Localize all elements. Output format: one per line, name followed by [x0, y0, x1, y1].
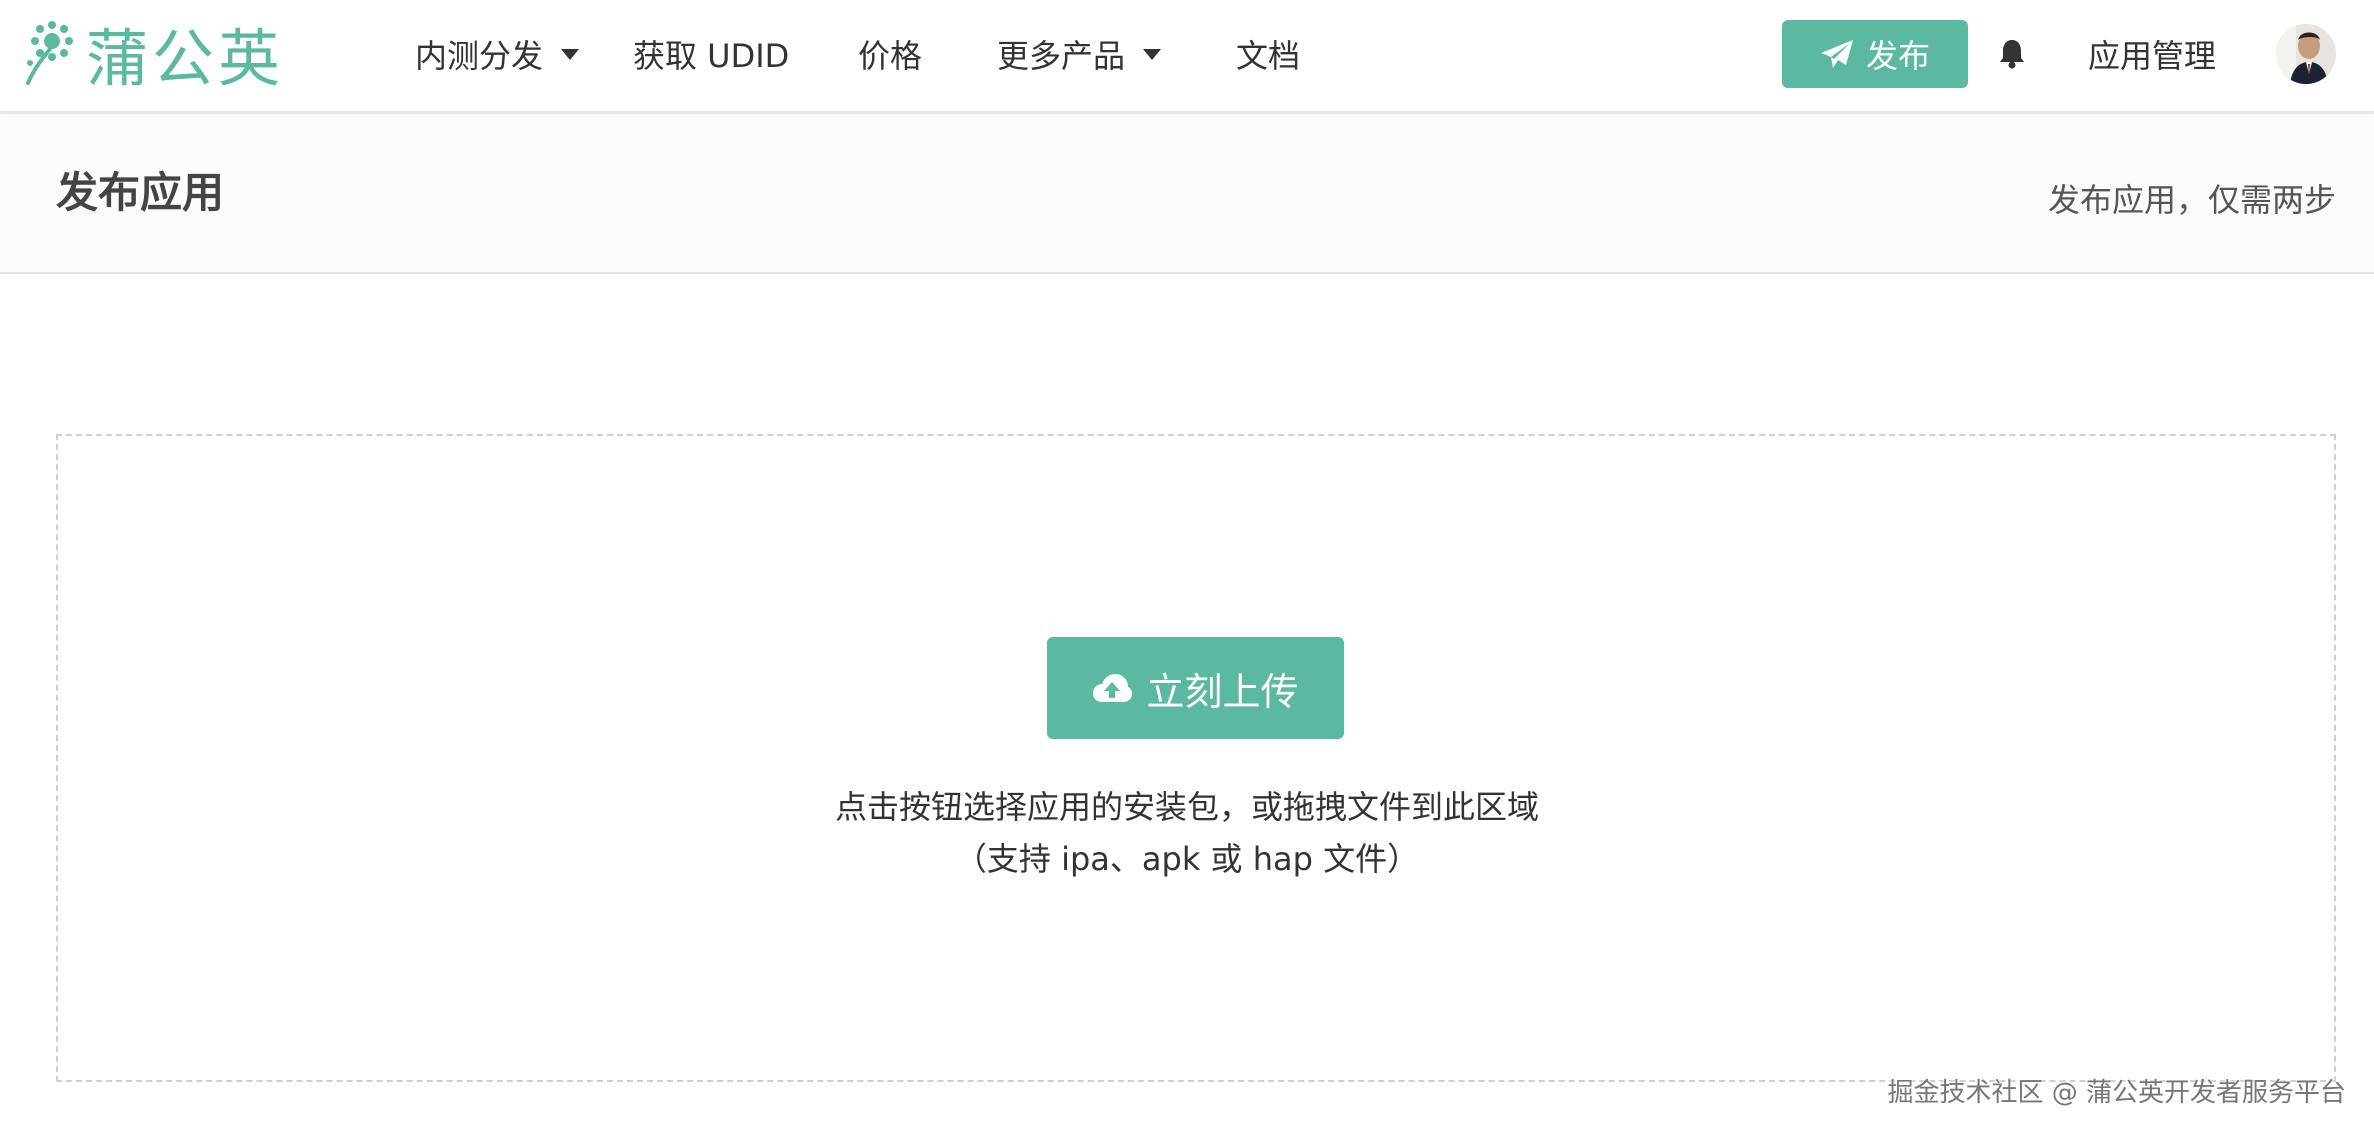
nav-item-label: 获取 UDID: [633, 37, 790, 75]
nav-item-beta-distribution[interactable]: 内测分发: [415, 0, 580, 108]
brand-name: 蒲公英: [86, 22, 285, 95]
nav-item-docs[interactable]: 文档: [1236, 0, 1300, 108]
nav-item-more-products[interactable]: 更多产品: [997, 0, 1162, 108]
watermark: 掘金技术社区 @ 蒲公英开发者服务平台: [1887, 1078, 2346, 1108]
logo[interactable]: 蒲公英: [22, 18, 284, 95]
avatar[interactable]: [2276, 24, 2336, 84]
page-subtitle: 发布应用，仅需两步: [2047, 181, 2336, 219]
upload-hint: 点击按钮选择应用的安装包，或拖拽文件到此区域: [834, 788, 1539, 826]
nav-item-label: 更多产品: [997, 37, 1126, 75]
nav-item-label: 内测分发: [415, 37, 544, 75]
supported-formats-hint: （支持 ipa、apk 或 hap 文件）: [954, 840, 1420, 878]
nav-item-label: 价格: [858, 37, 923, 75]
caret-down-icon: [561, 48, 580, 60]
nav-item-pricing[interactable]: 价格: [858, 0, 922, 108]
publish-button-label: 发布: [1865, 37, 1930, 75]
top-header: 蒲公英 内测分发 获取 UDID 价格 更多产品 文档 发布 应用管理: [0, 0, 2374, 114]
upload-dropzone[interactable]: [56, 434, 2336, 1082]
caret-down-icon: [1143, 48, 1162, 60]
nav-item-label: 文档: [1236, 37, 1301, 75]
upload-now-label: 立刻上传: [1146, 669, 1299, 714]
upload-now-button[interactable]: 立刻上传: [1047, 637, 1344, 739]
page-header: 发布应用 发布应用，仅需两步: [0, 117, 2374, 274]
cloud-upload-icon: [1092, 673, 1133, 703]
publish-button[interactable]: 发布: [1782, 20, 1968, 88]
app-management-link[interactable]: 应用管理: [2088, 0, 2216, 108]
dandelion-icon: [26, 21, 73, 85]
app-management-label: 应用管理: [2088, 37, 2217, 75]
paper-plane-icon: [1820, 39, 1854, 69]
bell-icon[interactable]: [1997, 38, 2027, 70]
page-title: 发布应用: [56, 168, 225, 217]
nav-item-get-udid[interactable]: 获取 UDID: [633, 0, 789, 108]
